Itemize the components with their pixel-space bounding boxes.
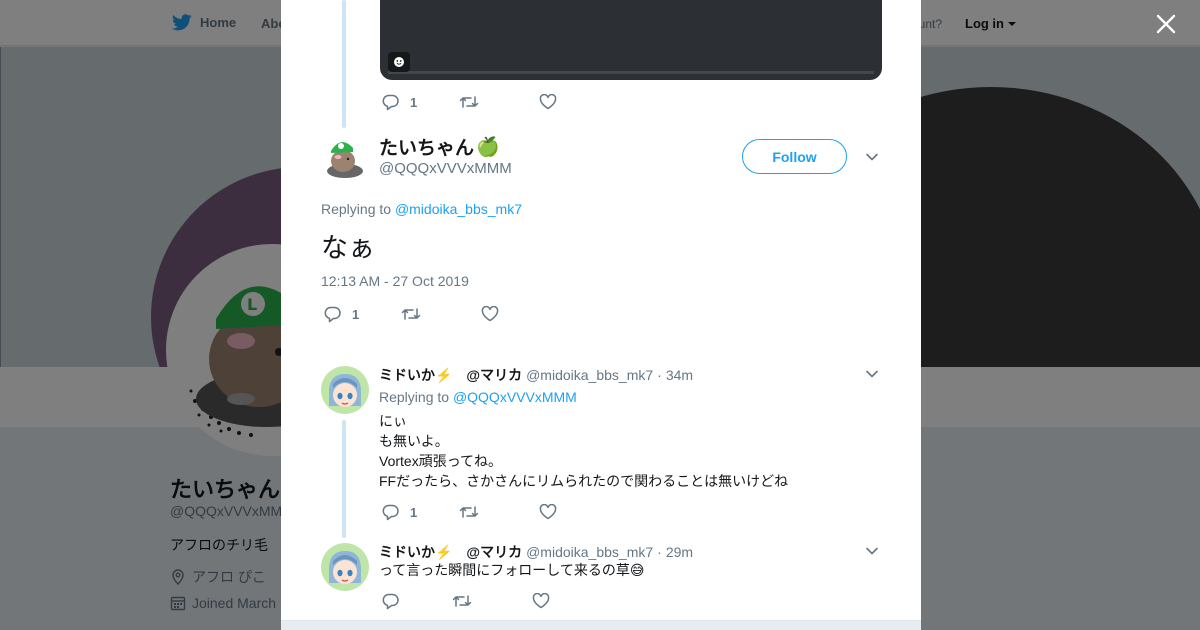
- reply-text-line: FFだったら、さかさんにリムられたので関わることは無いけどね: [379, 473, 789, 489]
- reply-count: 1: [410, 504, 418, 520]
- tweet-actions: 1: [382, 93, 557, 111]
- squid-girl-avatar-image: [329, 551, 361, 584]
- tweet-actions: 1: [324, 305, 499, 323]
- retweet-button[interactable]: [452, 593, 472, 609]
- chevron-down-icon: [866, 547, 878, 555]
- separator-dot: ·: [657, 367, 662, 383]
- reply-text-line: も無いよ。: [379, 433, 449, 449]
- reply-author-name[interactable]: ミドいか⚡️ @マリカ: [379, 542, 522, 562]
- like-button[interactable]: [481, 306, 499, 322]
- tweet-permalink-modal: 1 たいちゃん 🍏 @QQQxVVVxMMM Follow Replying t…: [281, 0, 921, 630]
- reply-button[interactable]: 1: [382, 93, 417, 111]
- reply-actions: 1: [382, 503, 557, 521]
- reply-button[interactable]: 1: [324, 305, 359, 323]
- like-icon: [532, 593, 550, 609]
- retweet-icon: [401, 308, 421, 320]
- reply-icon: [324, 306, 341, 323]
- reply-text: にぃ も無いよ。 Vortex頑張ってね。 FFだったら、さかさんにリムられたの…: [379, 411, 788, 491]
- green-apple-emoji: 🍏: [476, 136, 500, 158]
- reply-text-line: Vortex頑張ってね。: [379, 453, 502, 469]
- reply-author-avatar[interactable]: [321, 543, 369, 591]
- replying-to: Replying to @midoika_bbs_mk7: [321, 201, 522, 217]
- author-avatar[interactable]: [321, 133, 369, 181]
- reply-menu-button[interactable]: [865, 544, 879, 563]
- author-handle[interactable]: @QQQxVVVxMMM: [379, 160, 512, 177]
- modal-footer: [281, 620, 921, 630]
- caption-button[interactable]: [388, 52, 410, 72]
- chevron-down-icon: [866, 153, 878, 161]
- like-icon: [539, 94, 557, 110]
- reply-icon: [382, 593, 399, 610]
- video-progress-bar[interactable]: [388, 71, 874, 74]
- reply-icon: [382, 94, 399, 111]
- retweet-icon: [459, 506, 479, 518]
- retweet-button[interactable]: [459, 504, 479, 520]
- reply-actions: [382, 592, 550, 610]
- reply-author-handle[interactable]: @midoika_bbs_mk7: [526, 367, 653, 383]
- mole-luigi-avatar-image: [327, 142, 363, 178]
- reply-author-avatar[interactable]: [321, 366, 369, 414]
- tweet-text: なぁ: [321, 233, 375, 263]
- reply-text-line: にぃ: [379, 413, 407, 429]
- replying-to-link[interactable]: @QQQxVVVxMMM: [453, 389, 577, 405]
- thread-connector: [342, 420, 346, 538]
- reply-time[interactable]: 29m: [666, 544, 693, 560]
- tweet-menu-button[interactable]: [865, 150, 879, 169]
- thread-connector: [342, 0, 346, 128]
- reply-icon: [382, 504, 399, 521]
- like-icon: [481, 306, 499, 322]
- squid-girl-avatar-image: [329, 374, 361, 407]
- close-icon: [1156, 14, 1176, 34]
- author-name[interactable]: たいちゃん 🍏: [379, 133, 500, 160]
- like-icon: [539, 504, 557, 520]
- author-name-text: たいちゃん: [379, 138, 475, 159]
- retweet-button[interactable]: [459, 94, 479, 110]
- reply-author-name[interactable]: ミドいか⚡️ @マリカ: [379, 365, 522, 385]
- reply-button[interactable]: [382, 592, 400, 610]
- retweet-icon: [459, 96, 479, 108]
- replying-to-prefix: Replying to: [379, 389, 450, 405]
- reply-count: 1: [352, 306, 360, 322]
- chevron-down-icon: [866, 370, 878, 378]
- reply-count: 1: [410, 94, 418, 110]
- like-button[interactable]: [539, 504, 557, 520]
- reply-header: ミドいか⚡️ @マリカ @midoika_bbs_mk7 · 34m: [379, 365, 693, 385]
- replying-to: Replying to @QQQxVVVxMMM: [379, 389, 577, 405]
- replying-to-link[interactable]: @midoika_bbs_mk7: [395, 201, 522, 217]
- follow-button[interactable]: Follow: [742, 139, 847, 174]
- reply-header: ミドいか⚡️ @マリカ @midoika_bbs_mk7 · 29m: [379, 542, 693, 562]
- replying-to-prefix: Replying to: [321, 201, 392, 217]
- close-button[interactable]: [1152, 10, 1180, 38]
- reply-text: って言った瞬間にフォローして来るの草😅: [379, 562, 645, 578]
- like-button[interactable]: [539, 94, 557, 110]
- reply-time[interactable]: 34m: [666, 367, 693, 383]
- reply-menu-button[interactable]: [865, 367, 879, 386]
- caption-icon: [394, 57, 404, 67]
- like-button[interactable]: [532, 593, 550, 609]
- retweet-button[interactable]: [401, 306, 421, 322]
- reply-button[interactable]: 1: [382, 503, 417, 521]
- reply-author-handle[interactable]: @midoika_bbs_mk7: [526, 544, 653, 560]
- separator-dot: ·: [657, 544, 662, 560]
- tweet-timestamp[interactable]: 12:13 AM - 27 Oct 2019: [321, 273, 469, 289]
- video-player[interactable]: [380, 0, 882, 80]
- retweet-icon: [452, 595, 472, 607]
